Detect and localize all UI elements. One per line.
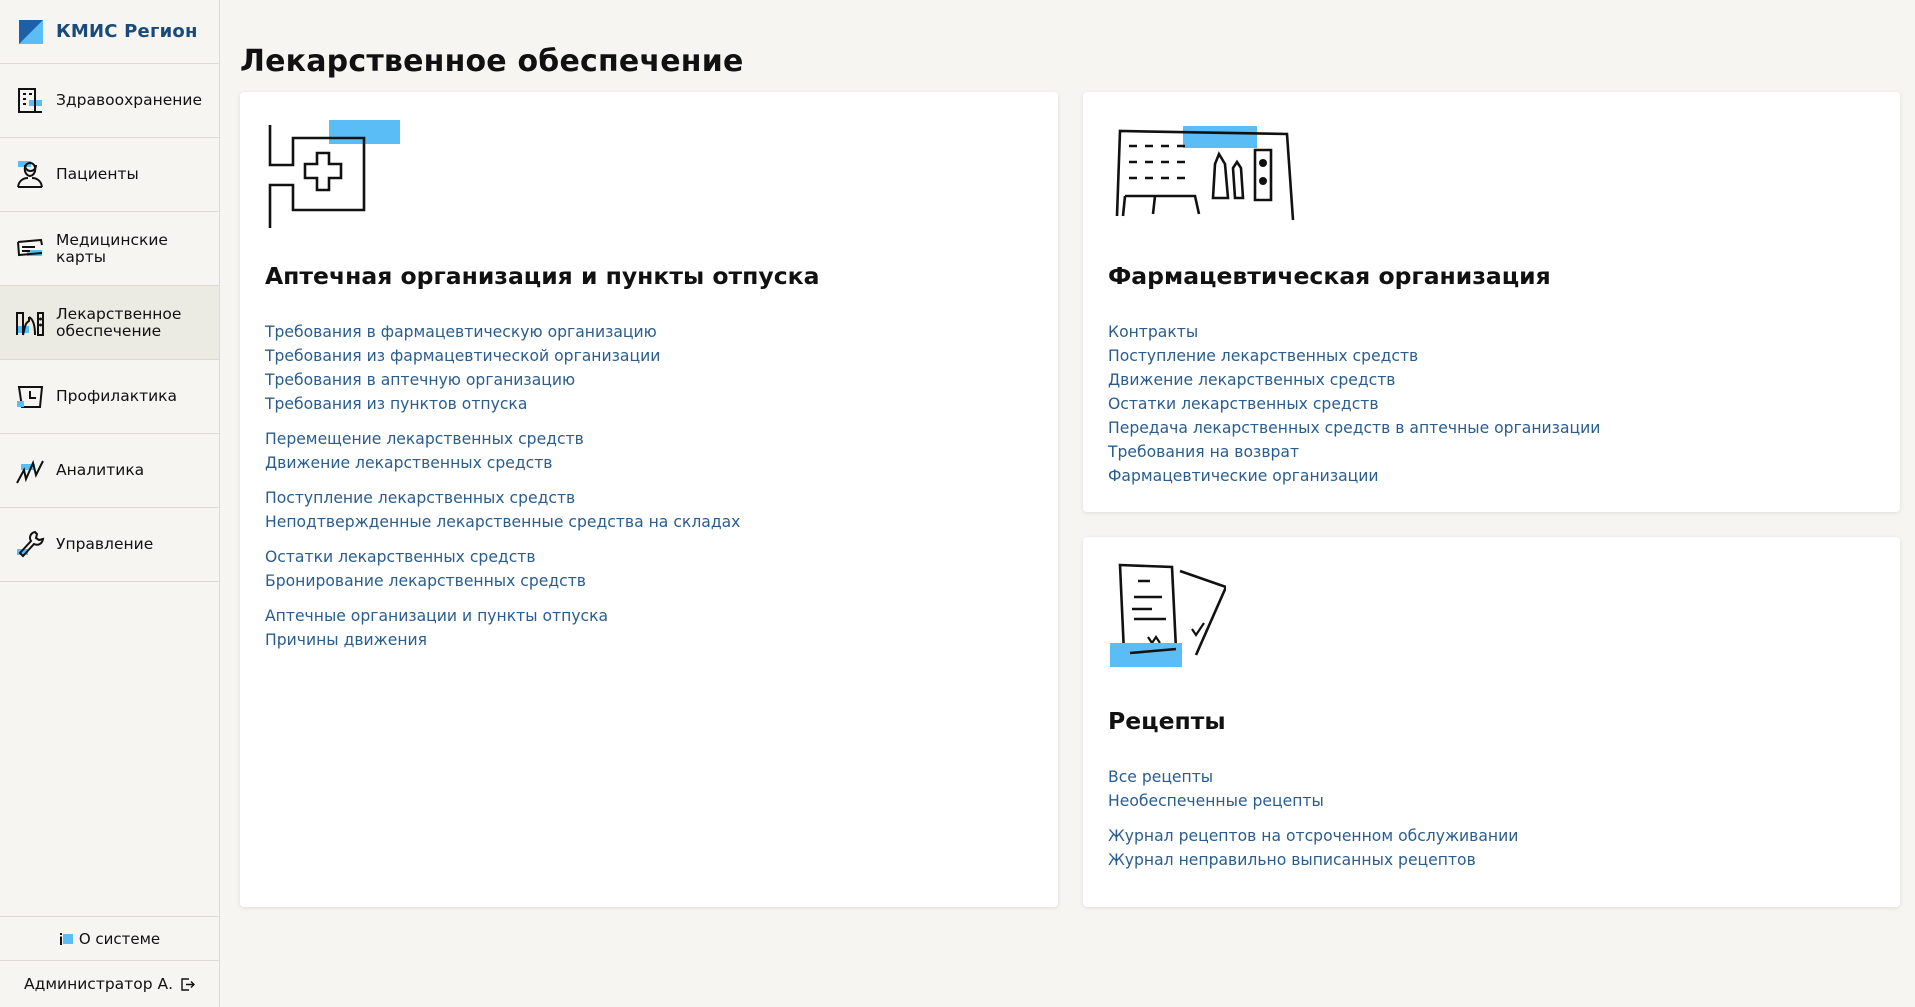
sidebar-item-healthcare[interactable]: Здравоохранение <box>0 64 219 138</box>
card-title: Рецепты <box>1108 707 1226 735</box>
prescriptions-illustration <box>1110 563 1226 667</box>
link-group: Контракты Поступление лекарственных сред… <box>1108 320 1600 488</box>
link-return-requests[interactable]: Требования на возврат <box>1108 440 1600 464</box>
link-group: Остатки лекарственных средств Бронирован… <box>265 545 740 593</box>
link-requests-to-pharma-org[interactable]: Требования в фармацевтическую организаци… <box>265 320 740 344</box>
link-drug-stock[interactable]: Остатки лекарственных средств <box>265 545 740 569</box>
sidebar-item-label: Здравоохранение <box>56 91 203 109</box>
link-contracts[interactable]: Контракты <box>1108 320 1600 344</box>
link-movement-reasons[interactable]: Причины движения <box>265 628 740 652</box>
sidebar-item-medical-cards[interactable]: Медицинские карты <box>0 212 219 286</box>
link-group: Требования в фармацевтическую организаци… <box>265 320 740 416</box>
sidebar-item-drug-supply[interactable]: Лекарственное обеспечение <box>0 286 219 360</box>
link-drug-booking[interactable]: Бронирование лекарственных средств <box>265 569 740 593</box>
link-list: Требования в фармацевтическую организаци… <box>265 320 740 663</box>
logo-icon <box>19 19 43 44</box>
hospital-building-icon <box>18 88 42 113</box>
sidebar-item-label: Аналитика <box>56 461 145 479</box>
sidebar-item-prevention[interactable]: Профилактика <box>0 360 219 434</box>
prevention-clock-icon <box>17 386 44 408</box>
about-system-label: О системе <box>78 929 161 948</box>
sidebar-item-analytics[interactable]: Аналитика <box>0 434 219 508</box>
user-name: Администратор А. <box>24 975 173 993</box>
link-incorrect-recipes-log[interactable]: Журнал неправильно выписанных рецептов <box>1108 848 1518 872</box>
link-drug-stock[interactable]: Остатки лекарственных средств <box>1108 392 1600 416</box>
about-system-link[interactable]: О системе <box>0 916 219 961</box>
patient-person-icon <box>17 161 43 188</box>
sidebar-item-management[interactable]: Управление <box>0 508 219 582</box>
sidebar-footer: О системе Администратор А. <box>0 916 219 1007</box>
pharmacy-icon <box>16 312 44 336</box>
link-drug-receipt[interactable]: Поступление лекарственных средств <box>1108 344 1600 368</box>
brand[interactable]: КМИС Регион <box>0 0 219 64</box>
link-unconfirmed-drugs[interactable]: Неподтвержденные лекарственные средства … <box>265 510 740 534</box>
sidebar-item-label: Медицинские карты <box>56 230 168 266</box>
user-account[interactable]: Администратор А. <box>0 961 219 1007</box>
link-requests-to-pharmacy[interactable]: Требования в аптечную организацию <box>265 368 740 392</box>
link-group: Журнал рецептов на отсроченном обслужива… <box>1108 824 1518 872</box>
card-pharma-org: Фармацевтическая организация Контракты П… <box>1083 92 1900 512</box>
sidebar-item-label: Пациенты <box>56 165 139 183</box>
sidebar-item-patients[interactable]: Пациенты <box>0 138 219 212</box>
sidebar-item-label: Профилактика <box>56 387 178 405</box>
app-title: КМИС Регион <box>56 21 198 42</box>
link-drug-movement[interactable]: Движение лекарственных средств <box>1108 368 1600 392</box>
link-group: Аптечные организации и пункты отпуска Пр… <box>265 604 740 652</box>
info-icon <box>59 932 73 945</box>
link-all-recipes[interactable]: Все рецепты <box>1108 765 1518 789</box>
link-group: Перемещение лекарственных средств Движен… <box>265 427 740 475</box>
link-list: Контракты Поступление лекарственных сред… <box>1108 320 1600 499</box>
link-requests-from-pharma-org[interactable]: Требования из фармацевтической организац… <box>265 344 740 368</box>
logout-icon[interactable] <box>180 977 195 992</box>
link-drug-receipt[interactable]: Поступление лекарственных средств <box>265 486 740 510</box>
link-list: Все рецепты Необеспеченные рецепты Журна… <box>1108 765 1518 883</box>
sidebar-item-label: Лекарственное обеспечение <box>56 304 182 340</box>
link-drug-handover[interactable]: Передача лекарственных средств в аптечны… <box>1108 416 1600 440</box>
medical-card-icon <box>17 238 43 257</box>
link-requests-from-dispensing-points[interactable]: Требования из пунктов отпуска <box>265 392 740 416</box>
link-deferred-recipes-log[interactable]: Журнал рецептов на отсроченном обслужива… <box>1108 824 1518 848</box>
sidebar: КМИС Регион Здравоохранение Пациенты Мед… <box>0 0 220 1007</box>
link-drug-movement[interactable]: Движение лекарственных средств <box>265 451 740 475</box>
link-group: Поступление лекарственных средств Неподт… <box>265 486 740 534</box>
wrench-icon <box>17 530 45 558</box>
page-title: Лекарственное обеспечение <box>240 44 744 79</box>
card-title: Аптечная организация и пункты отпуска <box>265 262 820 290</box>
pharmacy-cross-illustration <box>268 120 400 228</box>
pharma-shelves-illustration <box>1115 126 1295 221</box>
link-pharma-organizations[interactable]: Фармацевтические организации <box>1108 464 1600 488</box>
card-recipes: Рецепты Все рецепты Необеспеченные рецеп… <box>1083 537 1900 907</box>
analytics-chart-icon <box>16 459 44 484</box>
link-unfulfilled-recipes[interactable]: Необеспеченные рецепты <box>1108 789 1518 813</box>
link-pharmacies-and-points[interactable]: Аптечные организации и пункты отпуска <box>265 604 740 628</box>
sidebar-item-label: Управление <box>56 535 154 553</box>
link-drug-transfer[interactable]: Перемещение лекарственных средств <box>265 427 740 451</box>
card-pharmacy: Аптечная организация и пункты отпуска Тр… <box>240 92 1058 907</box>
card-title: Фармацевтическая организация <box>1108 262 1551 290</box>
link-group: Все рецепты Необеспеченные рецепты <box>1108 765 1518 813</box>
